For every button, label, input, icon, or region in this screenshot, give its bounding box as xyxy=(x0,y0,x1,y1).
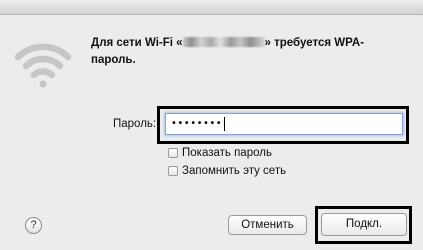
remember-network-label: Запомнить эту сеть xyxy=(182,165,287,177)
remember-network-checkbox[interactable]: Запомнить эту сеть xyxy=(168,165,286,177)
wifi-icon xyxy=(14,43,72,88)
help-icon[interactable]: ? xyxy=(25,217,42,234)
show-password-checkbox[interactable]: Показать пароль xyxy=(168,147,272,159)
network-name-redacted xyxy=(182,37,265,47)
message-prefix: Для сети Wi-Fi « xyxy=(91,37,183,49)
connect-button-highlight xyxy=(315,206,412,244)
window-titlebar xyxy=(0,0,423,15)
password-label: Пароль: xyxy=(113,118,157,130)
password-field-highlight xyxy=(157,106,409,144)
cancel-button[interactable]: Отменить xyxy=(228,215,307,235)
show-password-checkbox-box[interactable] xyxy=(168,148,178,158)
remember-network-checkbox-box[interactable] xyxy=(168,166,178,176)
dialog-message: Для сети Wi-Fi «» требуется WPA-пароль. xyxy=(91,35,401,69)
show-password-label: Показать пароль xyxy=(182,147,272,159)
